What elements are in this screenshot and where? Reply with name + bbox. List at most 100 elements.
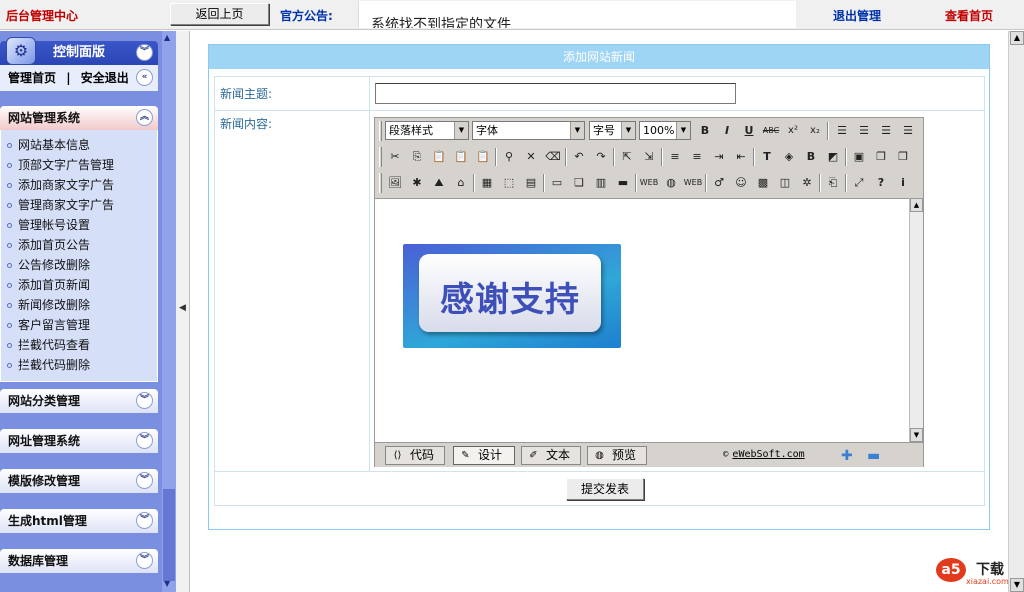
align-right-icon[interactable]: ☰ <box>876 121 896 141</box>
menu-item-view-block-code[interactable]: 拦截代码查看 <box>1 335 157 355</box>
menu-item-edit-notice[interactable]: 公告修改删除 <box>1 255 157 275</box>
align-justify-icon[interactable]: ☰ <box>898 121 918 141</box>
table-row-icon[interactable]: ▤ <box>521 173 541 193</box>
zoom-select[interactable]: 100% ▼ <box>639 121 691 140</box>
menu-item-edit-news[interactable]: 新闻修改删除 <box>1 295 157 315</box>
main-scrollbar[interactable]: ▲ ▼ <box>1008 31 1024 592</box>
insert-form-icon[interactable]: ▭ <box>547 173 567 193</box>
align-left-icon[interactable]: ☰ <box>832 121 852 141</box>
scroll-down-icon[interactable]: ▼ <box>164 579 170 588</box>
paste-word-icon[interactable]: 📋 <box>473 147 493 167</box>
strikethrough-icon[interactable]: ABC <box>761 121 781 141</box>
help-icon[interactable]: ? <box>871 173 891 193</box>
cut-icon[interactable]: ✂ <box>385 147 405 167</box>
layer-icon[interactable]: ❐ <box>871 147 891 167</box>
select-all-icon[interactable]: ⇱ <box>617 147 637 167</box>
url-header[interactable]: 网址管理系统 ︾ <box>0 429 158 453</box>
outdent-icon[interactable]: ⇤ <box>731 147 751 167</box>
menu-item-account-settings[interactable]: 管理帐号设置 <box>1 215 157 235</box>
insert-input-icon[interactable]: ▬ <box>613 173 633 193</box>
scroll-down-icon[interactable]: ▼ <box>910 428 923 442</box>
insert-date-icon[interactable]: ◫ <box>775 173 795 193</box>
mode-code-tab[interactable]: ⟨⟩ 代码 <box>385 446 445 465</box>
italic-icon[interactable]: I <box>717 121 737 141</box>
web-link-icon[interactable]: WEB <box>683 173 703 193</box>
view-home-link[interactable]: 查看首页 <box>945 7 993 24</box>
unselect-icon[interactable]: ⇲ <box>639 147 659 167</box>
expand-icon[interactable]: ︾ <box>136 472 153 489</box>
bulleted-list-icon[interactable]: ≡ <box>687 147 707 167</box>
insert-excel-icon[interactable]: ▩ <box>753 173 773 193</box>
subject-input[interactable] <box>375 83 736 104</box>
bold-icon[interactable]: B <box>695 121 715 141</box>
html-header[interactable]: 生成html管理 ︾ <box>0 509 158 533</box>
highlight-icon[interactable]: ◈ <box>779 147 799 167</box>
about-icon[interactable]: i <box>893 173 913 193</box>
insert-special-icon[interactable]: ✲ <box>797 173 817 193</box>
zoom-in-icon[interactable]: ✚ <box>841 448 853 464</box>
category-header[interactable]: 网站分类管理 ︾ <box>0 389 158 413</box>
scroll-down-icon[interactable]: ▼ <box>1010 578 1024 592</box>
insert-image-icon[interactable]: 🖼 <box>385 173 405 193</box>
subscript-icon[interactable]: x₂ <box>805 121 825 141</box>
menu-item-site-info[interactable]: 网站基本信息 <box>1 135 157 155</box>
toolbar-grip[interactable] <box>379 147 382 167</box>
insert-table-icon[interactable]: ▦ <box>477 173 497 193</box>
background-color-icon[interactable]: B <box>801 147 821 167</box>
expand-icon[interactable]: ︾ <box>136 392 153 409</box>
editor-scrollbar[interactable]: ▲ ▼ <box>909 198 923 442</box>
sidebar-splitter[interactable]: ◀ <box>176 31 190 592</box>
web-globe-icon[interactable]: ◍ <box>661 173 681 193</box>
insert-file-icon[interactable]: ⌂ <box>451 173 471 193</box>
scroll-up-icon[interactable]: ▲ <box>910 198 923 212</box>
insert-emoticon-icon[interactable]: ☺ <box>731 173 751 193</box>
frame-icon[interactable]: ▣ <box>849 147 869 167</box>
paste-icon[interactable]: 📋 <box>429 147 449 167</box>
insert-textarea-icon[interactable]: ❏ <box>569 173 589 193</box>
zoom-out-icon[interactable]: ▬ <box>867 448 880 464</box>
admin-home-link[interactable]: 管理首页 <box>8 71 56 85</box>
collapse-icon[interactable]: ︾ <box>136 44 153 61</box>
fullscreen-icon[interactable]: ⤢ <box>849 173 869 193</box>
mode-design-tab[interactable]: ✎ 设计 <box>453 446 515 465</box>
scroll-up-icon[interactable]: ▲ <box>1010 31 1024 45</box>
toolbar-grip[interactable] <box>379 173 382 193</box>
copyright-link[interactable]: © eWebSoft.com <box>723 449 805 460</box>
indent-icon[interactable]: ⇥ <box>709 147 729 167</box>
table-cell-icon[interactable]: ⬚ <box>499 173 519 193</box>
menu-item-delete-block-code[interactable]: 拦截代码删除 <box>1 355 157 375</box>
menu-item-manage-merchant-ads[interactable]: 管理商家文字广告 <box>1 195 157 215</box>
collapse-left-icon[interactable]: « <box>136 69 153 86</box>
insert-symbol-icon[interactable]: ♂ <box>709 173 729 193</box>
superscript-icon[interactable]: x² <box>783 121 803 141</box>
fill-icon[interactable]: ◩ <box>823 147 843 167</box>
template-header[interactable]: 模版修改管理 ︾ <box>0 469 158 493</box>
scroll-thumb[interactable] <box>163 489 175 581</box>
page-break-icon[interactable]: ⎗ <box>823 173 843 193</box>
menu-item-add-notice[interactable]: 添加首页公告 <box>1 235 157 255</box>
font-select[interactable]: 字体 ▼ <box>472 121 585 140</box>
editor-content-area[interactable]: 感谢支持 <box>375 198 909 442</box>
menu-item-top-text-ads[interactable]: 顶部文字广告管理 <box>1 155 157 175</box>
collapse-sidebar-icon[interactable]: ◀ <box>179 303 186 313</box>
numbered-list-icon[interactable]: ≡ <box>665 147 685 167</box>
copy-icon[interactable]: ⎘ <box>407 147 427 167</box>
text-color-icon[interactable]: T <box>757 147 777 167</box>
menu-item-add-merchant-ad[interactable]: 添加商家文字广告 <box>1 175 157 195</box>
find-icon[interactable]: ⚲ <box>499 147 519 167</box>
toolbar-grip[interactable] <box>379 121 382 141</box>
undo-icon[interactable]: ↶ <box>569 147 589 167</box>
logout-link[interactable]: 退出管理 <box>833 7 881 24</box>
web-image-icon[interactable]: WEB <box>639 173 659 193</box>
menu-item-add-news[interactable]: 添加首页新闻 <box>1 275 157 295</box>
expand-icon[interactable]: ︾ <box>136 512 153 529</box>
mode-preview-tab[interactable]: ◍ 预览 <box>587 446 647 465</box>
collapse-up-icon[interactable]: ︽ <box>136 109 153 126</box>
scroll-up-icon[interactable]: ▲ <box>164 33 170 42</box>
safe-exit-link[interactable]: 安全退出 <box>81 71 129 85</box>
paragraph-style-select[interactable]: 段落样式 ▼ <box>385 121 469 140</box>
mode-text-tab[interactable]: ✐ 文本 <box>521 446 581 465</box>
submit-button[interactable]: 提交发表 <box>566 478 644 500</box>
delete-icon[interactable]: ✕ <box>521 147 541 167</box>
site-manage-header[interactable]: 网站管理系统 ︽ <box>0 106 158 130</box>
